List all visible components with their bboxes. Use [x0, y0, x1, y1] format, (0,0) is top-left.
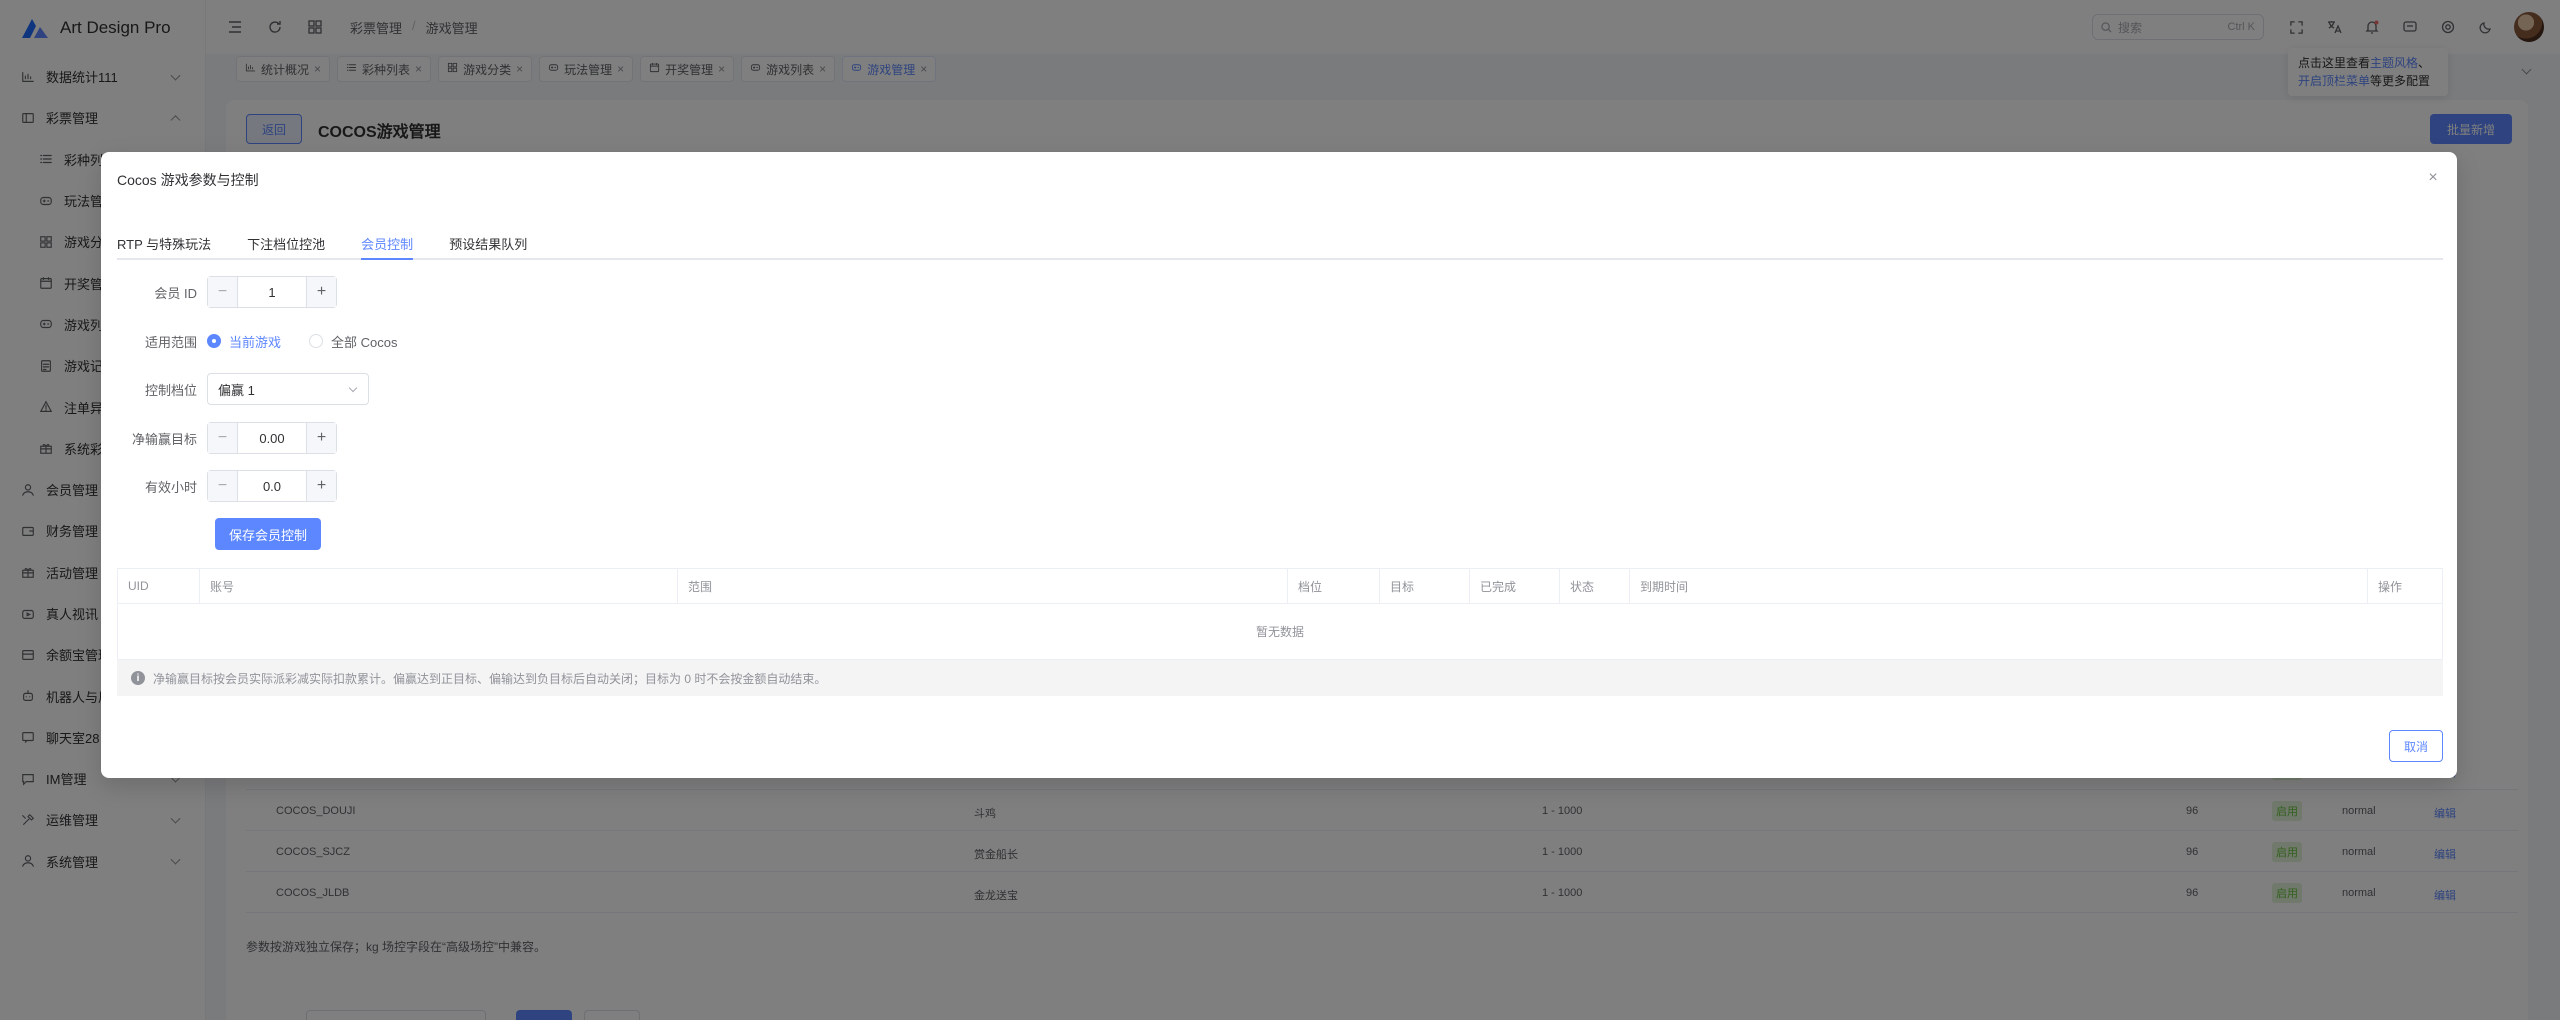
increase-button[interactable]: +: [306, 277, 336, 307]
table-header: UID 账号 范围 档位 目标 已完成 状态 到期时间 操作: [117, 568, 2443, 604]
member-id-stepper[interactable]: − 1 +: [207, 276, 337, 308]
radio-label: 全部 Cocos: [331, 334, 398, 350]
scope-row: 适用范围 当前游戏 全部 Cocos: [117, 325, 425, 357]
chevron-down-icon: [348, 383, 358, 393]
radio-checked-icon: [207, 334, 221, 348]
table-column-header: 范围: [678, 569, 1288, 603]
close-icon[interactable]: ×: [2425, 170, 2441, 186]
hours-label: 有效小时: [144, 479, 197, 495]
table-empty: 暂无数据: [117, 604, 2443, 660]
member-control-table: UID 账号 范围 档位 目标 已完成 状态 到期时间 操作 暂无数据 i 净输赢目标按会员实际…: [117, 568, 2443, 696]
cocos-params-dialog: Cocos 游戏参数与控制 × RTP 与特殊玩法 下注档位控池 会员控制 预设结果队…: [101, 152, 2457, 778]
dialog-tab[interactable]: 下注档位控池: [247, 228, 361, 258]
level-select[interactable]: 偏赢 1: [207, 373, 369, 405]
dialog-tabs: RTP 与特殊玩法 下注档位控池 会员控制 预设结果队列: [117, 228, 2443, 260]
level-row: 控制档位 偏赢 1: [117, 373, 369, 405]
table-column-header: 目标: [1380, 569, 1470, 603]
member-id-row: 会员 ID − 1 +: [117, 276, 337, 308]
info-alert: i 净输赢目标按会员实际派彩减实际扣款累计。偏赢达到正目标、偏输达到负目标后自动…: [117, 660, 2443, 696]
net-target-row: 净输赢目标 − 0.00 +: [117, 422, 337, 454]
table-column-header: 已完成: [1470, 569, 1560, 603]
save-member-control-button[interactable]: 保存会员控制: [215, 518, 321, 550]
level-label: 控制档位: [144, 382, 197, 398]
table-column-header: 档位: [1288, 569, 1380, 603]
cancel-button[interactable]: 取消: [2389, 730, 2443, 762]
table-column-header: 操作: [2378, 579, 2403, 594]
dialog-tab[interactable]: 会员控制: [361, 228, 449, 260]
table-column-header: 状态: [1560, 569, 1630, 603]
increase-button[interactable]: +: [306, 471, 336, 501]
dialog-tab[interactable]: RTP 与特殊玩法: [117, 228, 247, 258]
table-column-header: 到期时间: [1630, 569, 2368, 603]
dialog-title: Cocos 游戏参数与控制: [117, 172, 259, 188]
scope-label: 适用范围: [144, 334, 197, 350]
hours-row: 有效小时 − 0.0 +: [117, 470, 337, 502]
level-select-value: 偏赢 1: [218, 382, 255, 398]
decrease-button[interactable]: −: [208, 277, 238, 307]
scope-radio-current-game[interactable]: 当前游戏: [207, 332, 281, 351]
member-id-label: 会员 ID: [154, 285, 197, 301]
dialog-tab[interactable]: 预设结果队列: [449, 228, 563, 258]
radio-label: 当前游戏: [229, 334, 282, 350]
net-target-stepper[interactable]: − 0.00 +: [207, 422, 337, 454]
info-icon: i: [131, 671, 145, 685]
info-text: 净输赢目标按会员实际派彩减实际扣款累计。偏赢达到正目标、偏输达到负目标后自动关闭…: [153, 671, 827, 686]
increase-button[interactable]: +: [306, 423, 336, 453]
decrease-button[interactable]: −: [208, 423, 238, 453]
hours-value[interactable]: 0.0: [238, 479, 306, 494]
net-target-value[interactable]: 0.00: [238, 431, 306, 446]
scope-radio-all-cocos[interactable]: 全部 Cocos: [309, 332, 397, 351]
table-column-header: 账号: [200, 569, 678, 603]
table-column-header: UID: [118, 569, 200, 603]
decrease-button[interactable]: −: [208, 471, 238, 501]
radio-unchecked-icon: [309, 334, 324, 348]
member-id-value[interactable]: 1: [238, 285, 306, 300]
hours-stepper[interactable]: − 0.0 +: [207, 470, 337, 502]
net-target-label: 净输赢目标: [131, 431, 197, 447]
